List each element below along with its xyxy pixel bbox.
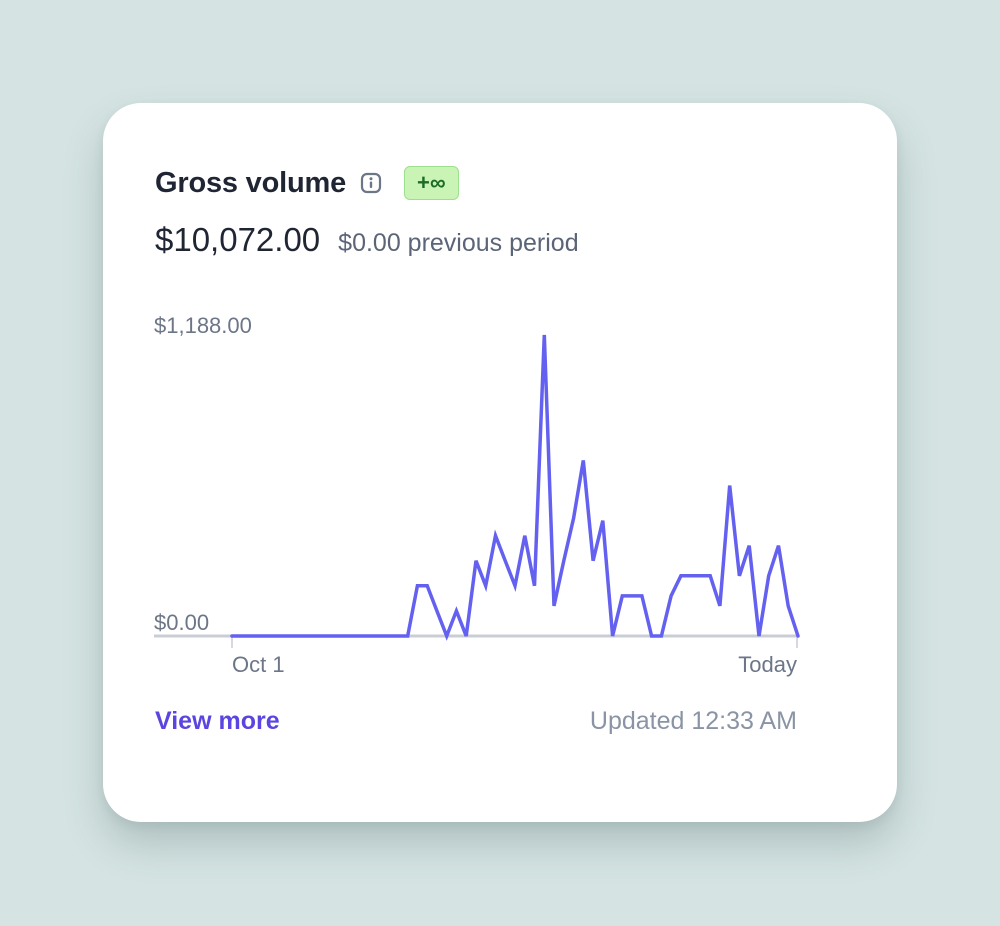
previous-period-text: $0.00 previous period bbox=[338, 229, 579, 257]
x-axis-start-label: Oct 1 bbox=[232, 652, 285, 677]
x-axis-end-label: Today bbox=[738, 652, 797, 677]
info-icon-glyph bbox=[360, 172, 382, 194]
y-axis-max-label: $1,188.00 bbox=[154, 313, 252, 338]
y-axis-min-label: $0.00 bbox=[154, 610, 209, 635]
info-icon[interactable] bbox=[360, 172, 382, 194]
gross-volume-series-line bbox=[230, 334, 800, 641]
title-row: Gross volume +∞ bbox=[155, 163, 459, 203]
change-badge: +∞ bbox=[404, 166, 459, 200]
amount-row: $10,072.00 $0.00 previous period bbox=[155, 221, 579, 259]
total-amount: $10,072.00 bbox=[155, 221, 321, 258]
card-title: Gross volume bbox=[155, 166, 346, 199]
view-more-link[interactable]: View more bbox=[155, 707, 280, 736]
updated-timestamp: Updated 12:33 AM bbox=[589, 707, 797, 735]
gross-volume-card: $1,188.00 $0.00 Oct 1 Today Gross volume… bbox=[103, 103, 897, 822]
